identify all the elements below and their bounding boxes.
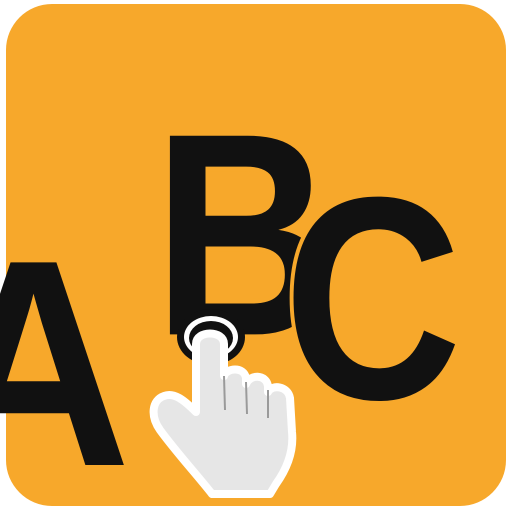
icon-canvas: A B C [0,4,506,512]
letter-c: C [283,137,461,459]
letter-a: A [0,198,131,512]
abc-app-icon[interactable]: A B C [0,0,512,512]
